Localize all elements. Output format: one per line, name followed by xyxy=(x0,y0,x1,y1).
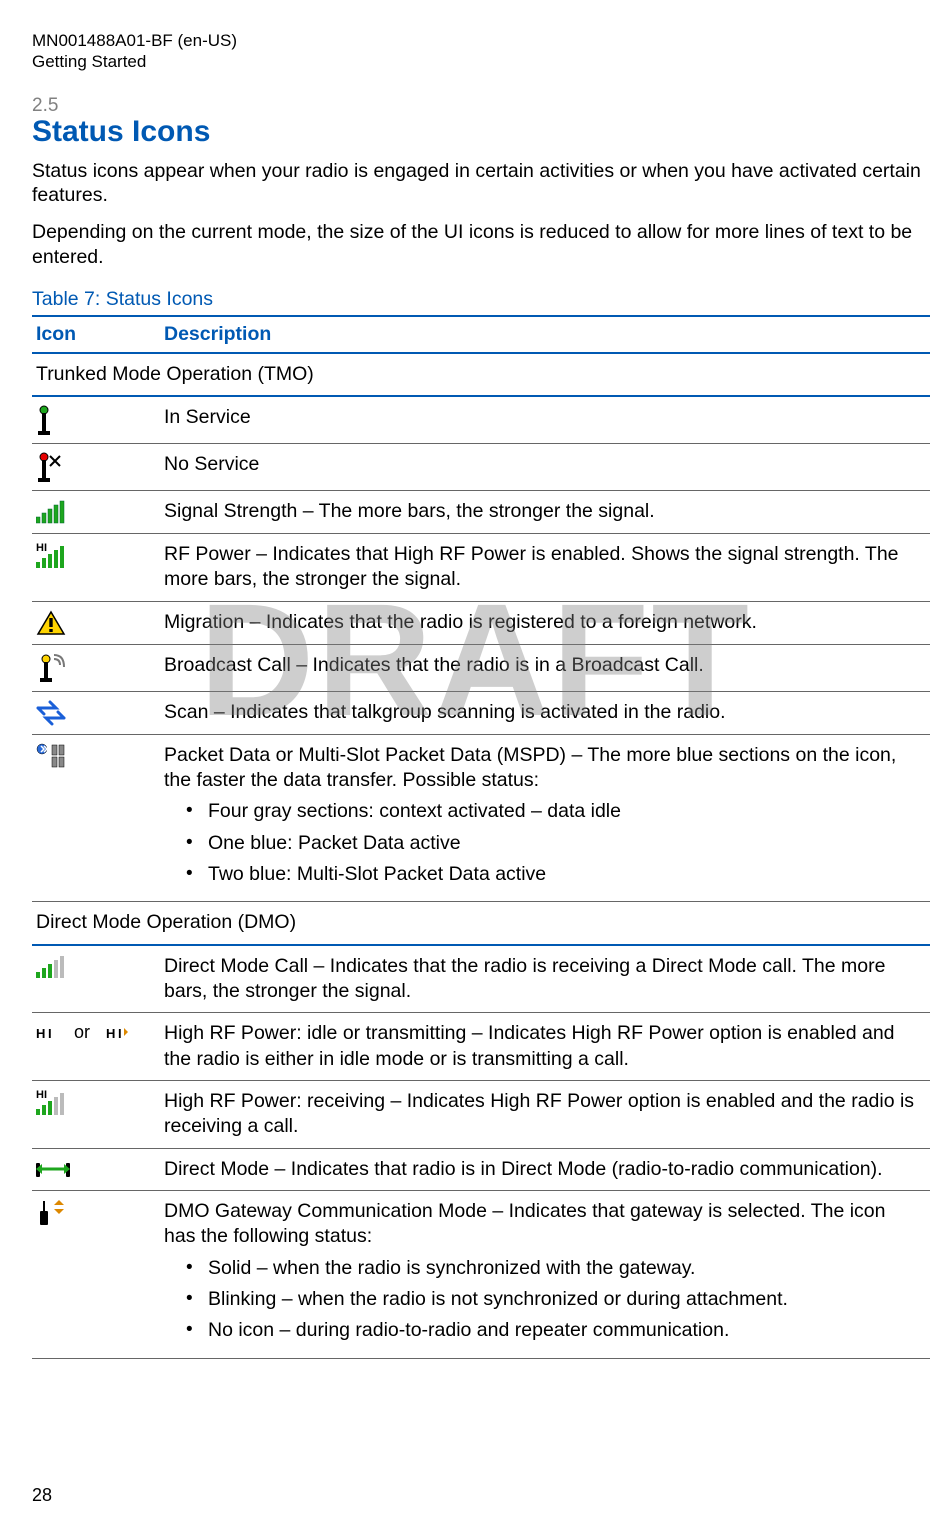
desc-scan: Scan – Indicates that talkgroup scanning… xyxy=(160,691,930,734)
table-row: DMO Gateway Communication Mode – Indicat… xyxy=(32,1191,930,1359)
desc-hrf-rx: High RF Power: receiving – Indicates Hig… xyxy=(160,1080,930,1148)
hi-idle-icon: H I xyxy=(36,1026,58,1040)
svg-text:I: I xyxy=(118,1026,122,1040)
doc-section: Getting Started xyxy=(32,51,930,72)
table-row: Scan – Indicates that talkgroup scanning… xyxy=(32,691,930,734)
rf-power-icon: H I xyxy=(36,542,66,572)
packet-data-icon xyxy=(36,743,74,771)
desc-dm-call: Direct Mode Call – Indicates that the ra… xyxy=(160,945,930,1013)
table-row: H I or H I High RF Power: idle or transm… xyxy=(32,1013,930,1081)
desc-broadcast: Broadcast Call – Indicates that the radi… xyxy=(160,644,930,691)
group-tmo: Trunked Mode Operation (TMO) xyxy=(32,353,930,396)
table-row: H I High RF Power: receiving – Indicates… xyxy=(32,1080,930,1148)
table-row: Direct Mode Call – Indicates that the ra… xyxy=(32,945,930,1013)
doc-id: MN001488A01-BF (en-US) xyxy=(32,30,930,51)
page-number: 28 xyxy=(32,1485,52,1506)
dmo-gateway-icon xyxy=(36,1199,66,1229)
page-header: MN001488A01-BF (en-US) Getting Started xyxy=(32,30,930,73)
status-icons-table: Icon Description Trunked Mode Operation … xyxy=(32,315,930,1359)
group-dmo: Direct Mode Operation (DMO) xyxy=(32,902,930,945)
table-row: Packet Data or Multi-Slot Packet Data (M… xyxy=(32,734,930,902)
col-desc: Description xyxy=(160,316,930,353)
desc-dmo-gw: DMO Gateway Communication Mode – Indicat… xyxy=(160,1191,930,1359)
table-row: No Service xyxy=(32,443,930,490)
migration-icon xyxy=(36,610,66,636)
dmogw-bullet-3: No icon – during radio-to-radio and repe… xyxy=(186,1318,922,1343)
section-title: Status Icons xyxy=(32,115,930,149)
direct-mode-icon xyxy=(36,1157,70,1181)
table-row: Migration – Indicates that the radio is … xyxy=(32,601,930,644)
desc-no-service: No Service xyxy=(160,443,930,490)
svg-text:I: I xyxy=(44,542,47,554)
desc-in-service: In Service xyxy=(160,396,930,444)
table-title: Table 7: Status Icons xyxy=(32,288,930,311)
col-icon: Icon xyxy=(32,316,160,353)
svg-text:H: H xyxy=(36,1089,44,1101)
dmogw-bullet-1: Solid – when the radio is synchronized w… xyxy=(186,1256,922,1281)
or-text: or xyxy=(74,1021,90,1044)
broadcast-call-icon xyxy=(36,653,66,683)
direct-mode-call-icon xyxy=(36,954,66,980)
table-row: H I RF Power – Indicates that High RF Po… xyxy=(32,533,930,601)
svg-text:H: H xyxy=(106,1026,115,1040)
intro-para-2: Depending on the current mode, the size … xyxy=(32,220,930,270)
desc-hrf-idle-tx: High RF Power: idle or transmitting – In… xyxy=(160,1013,930,1081)
table-row: Broadcast Call – Indicates that the radi… xyxy=(32,644,930,691)
table-row: Direct Mode – Indicates that radio is in… xyxy=(32,1148,930,1190)
svg-text:H: H xyxy=(36,1026,45,1040)
in-service-icon xyxy=(36,405,60,435)
packet-bullet-2: One blue: Packet Data active xyxy=(186,831,922,856)
packet-bullet-1: Four gray sections: context activated – … xyxy=(186,799,922,824)
intro-para-1: Status icons appear when your radio is e… xyxy=(32,159,930,209)
desc-packet-main: Packet Data or Multi-Slot Packet Data (M… xyxy=(164,744,896,791)
signal-strength-icon xyxy=(36,499,66,525)
scan-icon xyxy=(36,700,66,726)
table-row: In Service xyxy=(32,396,930,444)
desc-dmo-gw-main: DMO Gateway Communication Mode – Indicat… xyxy=(164,1200,886,1247)
svg-text:H: H xyxy=(36,542,44,554)
no-service-icon xyxy=(36,452,62,482)
desc-migration: Migration – Indicates that the radio is … xyxy=(160,601,930,644)
packet-bullet-3: Two blue: Multi-Slot Packet Data active xyxy=(186,862,922,887)
svg-text:I: I xyxy=(44,1089,47,1101)
svg-text:I: I xyxy=(48,1026,52,1040)
section-number: 2.5 xyxy=(32,95,930,117)
desc-rf-power: RF Power – Indicates that High RF Power … xyxy=(160,533,930,601)
table-row: Signal Strength – The more bars, the str… xyxy=(32,490,930,533)
hi-rx-icon: H I xyxy=(36,1089,66,1119)
desc-packet: Packet Data or Multi-Slot Packet Data (M… xyxy=(160,734,930,902)
desc-signal: Signal Strength – The more bars, the str… xyxy=(160,490,930,533)
hi-tx-icon: H I xyxy=(106,1026,128,1040)
desc-direct-mode: Direct Mode – Indicates that radio is in… xyxy=(160,1148,930,1190)
dmogw-bullet-2: Blinking – when the radio is not synchro… xyxy=(186,1287,922,1312)
